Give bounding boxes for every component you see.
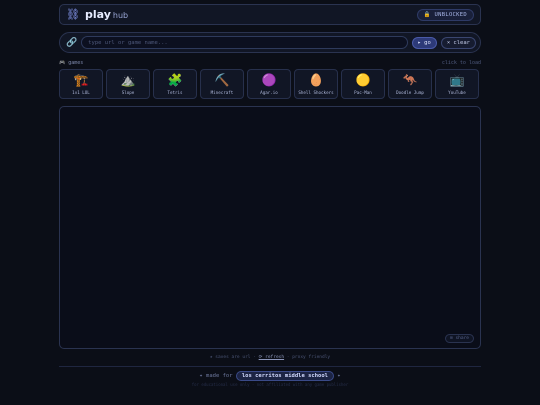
game-tile[interactable]: 🥚 Shell Shockers [294, 69, 338, 99]
made-for-text: ✦ made for [199, 373, 233, 379]
games-header: 🎮 games click to load [59, 59, 481, 67]
app-title-sub: hub [112, 11, 129, 20]
games-label: 🎮 games [59, 60, 84, 66]
egg-icon: 🥚 [308, 73, 324, 87]
game-tile[interactable]: 🏗️ 1v1 LOL [59, 69, 103, 99]
pickaxe-icon: ⛏️ [214, 73, 230, 87]
game-tile[interactable]: 🟡 Pac-Man [341, 69, 385, 99]
game-tile-label: Slope [121, 89, 135, 95]
game-tile-label: Pac-Man [354, 89, 372, 95]
app-container: ⛓ play hub 🔒 UNBLOCKED 🔗 ▸ go × clear 🎮 … [59, 4, 481, 387]
made-for-line: ✦ made for los cerritos middle school ✦ [59, 371, 481, 381]
game-tile[interactable]: 📺 YouTube [435, 69, 479, 99]
tip-saves: ★ saves are url · [209, 355, 256, 360]
game-tile-label: 1v1 LOL [72, 89, 90, 95]
television-icon: 📺 [449, 73, 465, 87]
app-title: play [84, 8, 111, 21]
fine-print: for educational use only · not affiliate… [191, 382, 349, 387]
header-bar: ⛓ play hub 🔒 UNBLOCKED [59, 4, 481, 25]
mountain-icon: ⛰️ [120, 73, 136, 87]
game-tile-label: Doodle Jump [396, 89, 424, 95]
go-button[interactable]: ▸ go [411, 36, 437, 49]
tips-line: ★ saves are url · ⟳ refresh · proxy frie… [59, 355, 481, 360]
game-tile[interactable]: ⛰️ Slope [106, 69, 150, 99]
game-tile[interactable]: 🟣 Agar.io [247, 69, 291, 99]
kangaroo-icon: 🦘 [402, 73, 418, 87]
url-search-input[interactable] [81, 36, 408, 49]
purple-circle-icon: 🟣 [261, 73, 277, 87]
link-icon: 🔗 [66, 37, 78, 48]
tip-proxy: · proxy friendly [286, 355, 331, 360]
yellow-circle-icon: 🟡 [355, 73, 371, 87]
game-tile-label: Agar.io [260, 89, 278, 95]
unblocked-badge: 🔒 UNBLOCKED [416, 8, 474, 21]
school-badge: los cerritos middle school [235, 371, 334, 381]
click-to-load-hint: click to load [441, 60, 481, 66]
game-tile-label: Shell Shockers [298, 89, 334, 95]
puzzle-icon: 🧩 [167, 73, 183, 87]
crane-icon: 🏗️ [73, 73, 89, 87]
game-tiles: 🏗️ 1v1 LOL ⛰️ Slope 🧩 Tetris ⛏️ Minecraft 🟣 Agar.… [59, 69, 481, 99]
share-button[interactable]: ⊞ share [445, 334, 474, 343]
footer-divider [59, 366, 481, 367]
made-for-star: ✦ [337, 373, 341, 379]
search-bar: 🔗 ▸ go × clear [59, 32, 481, 53]
clear-button[interactable]: × clear [440, 36, 476, 49]
game-tile[interactable]: ⛏️ Minecraft [200, 69, 244, 99]
game-tile-label: YouTube [448, 89, 466, 95]
refresh-link[interactable]: ⟳ refresh [259, 355, 284, 360]
link-chain-icon: ⛓ [66, 8, 80, 21]
game-tile[interactable]: 🧩 Tetris [153, 69, 197, 99]
game-tile-label: Tetris [167, 89, 183, 95]
game-tile[interactable]: 🦘 Doodle Jump [388, 69, 432, 99]
game-tile-label: Minecraft [210, 89, 234, 95]
game-frame[interactable]: ⊞ share [59, 106, 481, 349]
